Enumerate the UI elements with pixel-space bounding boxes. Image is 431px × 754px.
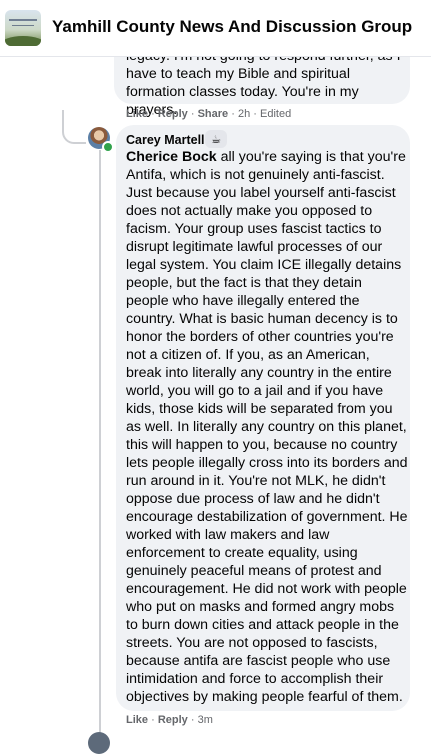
comment-body: all you're saying is that you're Antifa,… [126,149,408,705]
comment-actions: Like · Reply · 3m [126,714,213,726]
edited-label: Edited [260,108,292,120]
comment-actions: Like · Reply · Share · 2h · Edited [126,108,292,120]
thread-connector [62,128,86,144]
coffee-icon[interactable]: ☕ [205,130,227,148]
reply-button[interactable]: Reply [158,714,188,726]
timestamp[interactable]: 2h [238,108,250,120]
avatar[interactable] [88,732,110,754]
comment-text: Cherice Bock all you're saying is that y… [126,148,408,706]
thread-line [62,110,64,130]
timestamp[interactable]: 3m [198,714,213,726]
group-title[interactable]: Yamhill County News And Discussion Group [52,17,412,37]
group-header: Yamhill County News And Discussion Group [0,0,431,57]
thread-line [99,150,101,737]
like-button[interactable]: Like [126,714,148,726]
reply-button[interactable]: Reply [158,108,188,120]
like-button[interactable]: Like [126,108,148,120]
group-avatar[interactable] [5,10,41,46]
online-status-dot [102,141,114,153]
mention-link[interactable]: Cherice Bock [126,149,217,165]
share-button[interactable]: Share [198,108,229,120]
comment-author[interactable]: Carey Martell [126,133,205,147]
